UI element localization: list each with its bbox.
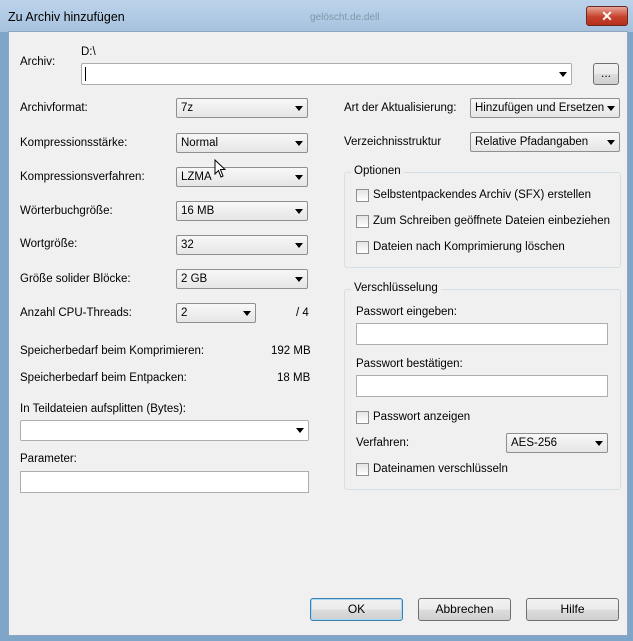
chevron-down-icon	[243, 311, 251, 316]
options-group-title: Optionen	[351, 165, 404, 177]
dict-select[interactable]: 16 MB	[176, 201, 308, 221]
shared-files-label[interactable]: Zum Schreiben geöffnete Dateien einbezie…	[373, 215, 610, 227]
threads-select[interactable]: 2	[176, 303, 256, 323]
password-input[interactable]	[356, 323, 608, 345]
dialog-body: Archiv: D:\ ... Archivformat: Kompressio…	[8, 31, 628, 636]
chevron-down-icon	[295, 141, 303, 146]
paths-label: Verzeichnisstruktur	[344, 136, 442, 148]
chevron-down-icon	[295, 175, 303, 180]
cancel-button[interactable]: Abbrechen	[418, 598, 511, 621]
level-label: Kompressionsstärke:	[20, 137, 128, 149]
update-label: Art der Aktualisierung:	[344, 102, 457, 114]
encryption-group-title: Verschlüsselung	[351, 282, 441, 294]
mem-compress-value: 192 MB	[271, 345, 311, 357]
chevron-down-icon	[559, 72, 567, 77]
background-window-text: gelöscht.de.dell	[310, 12, 380, 23]
mem-decompress-value: 18 MB	[277, 372, 311, 384]
format-select[interactable]: 7z	[176, 98, 308, 118]
chevron-down-icon	[296, 428, 304, 433]
close-icon: ✕	[601, 8, 613, 24]
archive-path-combo[interactable]	[81, 63, 572, 85]
password-confirm-input[interactable]	[356, 375, 608, 397]
sfx-checkbox[interactable]	[356, 189, 369, 202]
show-password-checkbox[interactable]	[356, 411, 369, 424]
chevron-down-icon	[595, 441, 603, 446]
level-select[interactable]: Normal	[176, 133, 308, 153]
title-bar: Zu Archiv hinzufügen gelöscht.de.dell ✕	[0, 0, 633, 32]
chevron-down-icon	[607, 140, 615, 145]
show-password-label[interactable]: Passwort anzeigen	[373, 411, 470, 423]
word-label: Wortgröße:	[20, 238, 78, 250]
browse-button[interactable]: ...	[593, 63, 619, 85]
close-button[interactable]: ✕	[586, 6, 628, 26]
encryption-method-select[interactable]: AES-256	[506, 433, 608, 453]
delete-after-label[interactable]: Dateien nach Komprimierung löschen	[373, 241, 565, 253]
text-caret	[85, 67, 86, 81]
archive-label: Archiv:	[20, 56, 56, 68]
encryption-method-label: Verfahren:	[356, 437, 410, 449]
chevron-down-icon	[607, 106, 615, 111]
threads-label: Anzahl CPU-Threads:	[20, 307, 132, 319]
params-input[interactable]	[20, 471, 309, 493]
sfx-label[interactable]: Selbstentpackendes Archiv (SFX) erstelle…	[373, 189, 591, 201]
help-button[interactable]: Hilfe	[526, 598, 619, 621]
encrypt-names-label[interactable]: Dateinamen verschlüsseln	[373, 463, 508, 475]
solid-select[interactable]: 2 GB	[176, 269, 308, 289]
solid-label: Größe solider Blöcke:	[20, 273, 131, 285]
ok-button[interactable]: OK	[310, 598, 403, 621]
chevron-down-icon	[295, 277, 303, 282]
split-combo[interactable]	[20, 420, 309, 441]
password-label: Passwort eingeben:	[356, 306, 458, 318]
update-select[interactable]: Hinzufügen und Ersetzen	[470, 98, 620, 118]
word-select[interactable]: 32	[176, 235, 308, 255]
password-confirm-label: Passwort bestätigen:	[356, 358, 463, 370]
paths-select[interactable]: Relative Pfadangaben	[470, 132, 620, 152]
chevron-down-icon	[295, 209, 303, 214]
encrypt-names-checkbox[interactable]	[356, 463, 369, 476]
mem-decompress-label: Speicherbedarf beim Entpacken:	[20, 372, 187, 384]
chevron-down-icon	[295, 243, 303, 248]
archive-dir: D:\	[81, 46, 96, 58]
dict-label: Wörterbuchgröße:	[20, 205, 113, 217]
mem-compress-label: Speicherbedarf beim Komprimieren:	[20, 345, 205, 357]
params-label: Parameter:	[20, 453, 77, 465]
mouse-pointer-icon	[214, 159, 227, 178]
format-label: Archivformat:	[20, 102, 88, 114]
chevron-down-icon	[295, 106, 303, 111]
window-title: Zu Archiv hinzufügen	[8, 10, 125, 24]
threads-total: / 4	[296, 307, 309, 319]
split-label: In Teildateien aufsplitten (Bytes):	[20, 403, 186, 415]
method-label: Kompressionsverfahren:	[20, 171, 145, 183]
method-select[interactable]: LZMA	[176, 167, 308, 187]
shared-files-checkbox[interactable]	[356, 215, 369, 228]
delete-after-checkbox[interactable]	[356, 241, 369, 254]
